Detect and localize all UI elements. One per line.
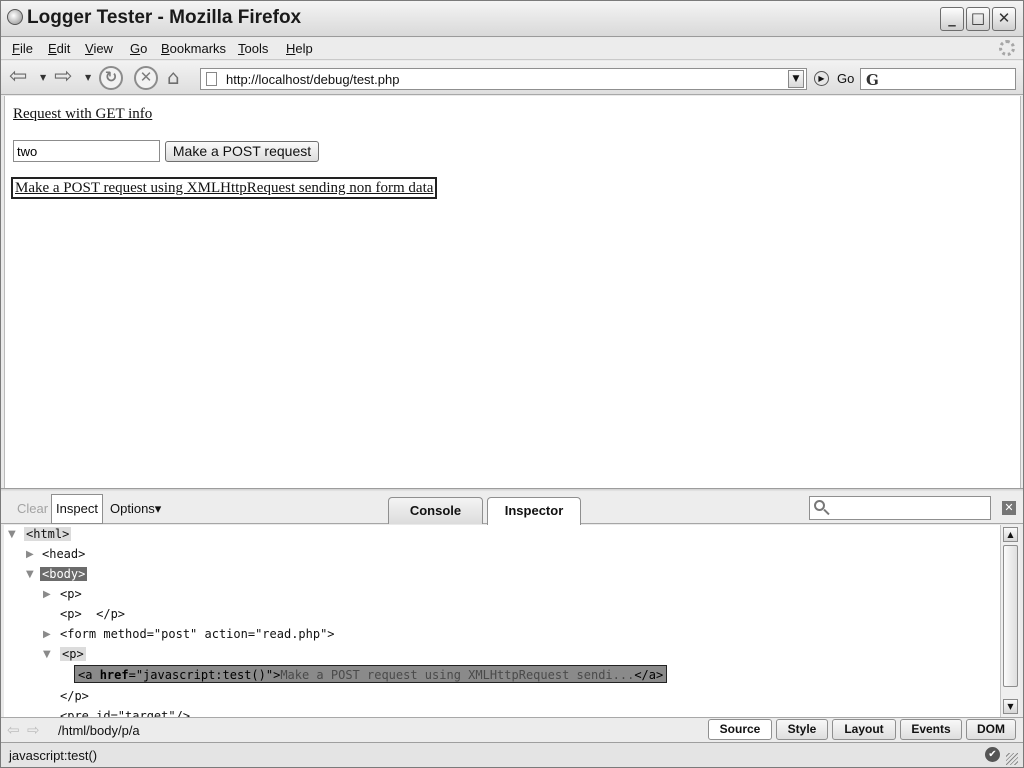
menu-edit[interactable]: Edit [48,41,70,56]
tree-node-pre[interactable]: <pre id="target"/> [60,707,190,717]
tree-node-body[interactable]: <body> [40,565,88,583]
home-icon[interactable]: ⌂ [167,66,180,90]
menu-bookmarks[interactable]: Bookmarks [161,41,226,56]
scroll-down-icon[interactable]: ▼ [1003,699,1018,714]
search-box[interactable]: G [860,68,1016,90]
throbber-icon [999,40,1015,56]
tab-events[interactable]: Events [900,719,962,740]
menu-help[interactable]: Help [286,41,313,56]
close-window-button[interactable]: ✕ [992,7,1016,31]
tree-node-head[interactable]: <head> [42,545,85,563]
options-menu[interactable]: Options▾ [110,501,161,517]
menu-tools[interactable]: Tools [238,41,268,56]
tree-node-p-close[interactable]: </p> [60,687,89,705]
scroll-up-icon[interactable]: ▲ [1003,527,1018,542]
xhr-post-link[interactable]: Make a POST request using XMLHttpRequest… [11,177,438,199]
scroll-thumb[interactable] [1003,545,1018,687]
inspector-scrollbar[interactable]: ▲ ▼ [1000,525,1020,717]
tab-inspector[interactable]: Inspector [487,497,581,525]
expanded-twisty-icon[interactable]: ▼ [43,649,51,660]
maximize-button[interactable]: □ [966,7,990,31]
menu-file[interactable]: File [12,41,33,56]
firefox-icon [7,9,23,25]
tree-node-p-empty[interactable]: <p> </p> [60,605,125,623]
firebug-close-icon[interactable]: ✕ [1002,501,1016,515]
address-bar[interactable]: http://localhost/debug/test.php ▼ [200,68,807,90]
menu-go[interactable]: Go [130,41,147,56]
browser-window: Logger Tester - Mozilla Firefox _ □ ✕ Fi… [0,0,1024,768]
search-icon [814,500,825,511]
tree-node-p-open[interactable]: <p> [60,645,86,663]
expanded-twisty-icon[interactable]: ▼ [26,569,34,580]
title-bar: Logger Tester - Mozilla Firefox _ □ ✕ [1,1,1023,37]
tab-style[interactable]: Style [776,719,828,740]
menu-view[interactable]: View [85,41,113,56]
forward-icon[interactable]: ⇨ [27,721,40,739]
window-title: Logger Tester - Mozilla Firefox [27,7,302,28]
collapsed-twisty-icon[interactable]: ▶ [43,589,51,600]
reload-icon[interactable]: ↻ [99,66,123,90]
back-icon[interactable]: ⇦ [7,721,20,739]
forward-dropdown-icon[interactable]: ▼ [85,73,91,82]
tab-layout[interactable]: Layout [832,719,896,740]
firebug-toolbar: Clear Inspect Options▾ Console Inspector… [1,492,1023,525]
tree-node-a-selected[interactable]: <a href="javascript:test()">Make a POST … [74,665,668,683]
element-path[interactable]: /html/body/p/a [58,723,140,738]
go-button-label[interactable]: Go [837,71,854,86]
check-icon[interactable]: ✔ [985,747,1000,762]
page-icon [206,72,217,86]
forward-icon[interactable]: ⇨ [54,66,72,90]
back-icon[interactable]: ⇦ [9,66,27,90]
tree-node-html[interactable]: <html> [24,525,72,543]
expanded-twisty-icon[interactable]: ▼ [8,529,16,540]
get-request-link[interactable]: Request with GET info [13,106,152,123]
status-text: javascript:test() [9,748,98,763]
tab-console[interactable]: Console [388,497,483,524]
tree-node-form[interactable]: <form method="post" action="read.php"> [60,625,335,643]
collapsed-twisty-icon[interactable]: ▶ [26,549,34,560]
text-input[interactable] [13,140,160,162]
url-dropdown-icon[interactable]: ▼ [788,70,804,88]
inspect-button[interactable]: Inspect [51,494,103,524]
tree-node-p[interactable]: <p> [60,585,82,603]
url-text: http://localhost/debug/test.php [226,72,400,87]
firebug-bottom-bar: ⇦ ⇨ /html/body/p/a Source Style Layout E… [1,717,1023,742]
tab-source[interactable]: Source [708,719,772,740]
tab-dom[interactable]: DOM [966,719,1016,740]
stop-icon[interactable]: ✕ [134,66,158,90]
clear-button[interactable]: Clear [17,501,48,516]
google-search-icon[interactable]: G [866,71,879,89]
menu-bar: File Edit View Go Bookmarks Tools Help [1,38,1023,60]
minimize-button[interactable]: _ [940,7,964,31]
inspector-tree: ▼ <html> ▶ <head> ▼ <body> ▶ <p> <p> </p… [4,525,1000,717]
back-dropdown-icon[interactable]: ▼ [40,73,46,82]
resize-grip-icon[interactable] [1006,753,1018,765]
go-icon[interactable]: ▶ [814,71,829,86]
post-request-button[interactable]: Make a POST request [165,141,319,162]
firebug-search-input[interactable] [809,496,991,520]
status-bar: javascript:test() ✔ [1,742,1023,767]
page-content: Request with GET info Make a POST reques… [4,96,1021,488]
collapsed-twisty-icon[interactable]: ▶ [43,629,51,640]
